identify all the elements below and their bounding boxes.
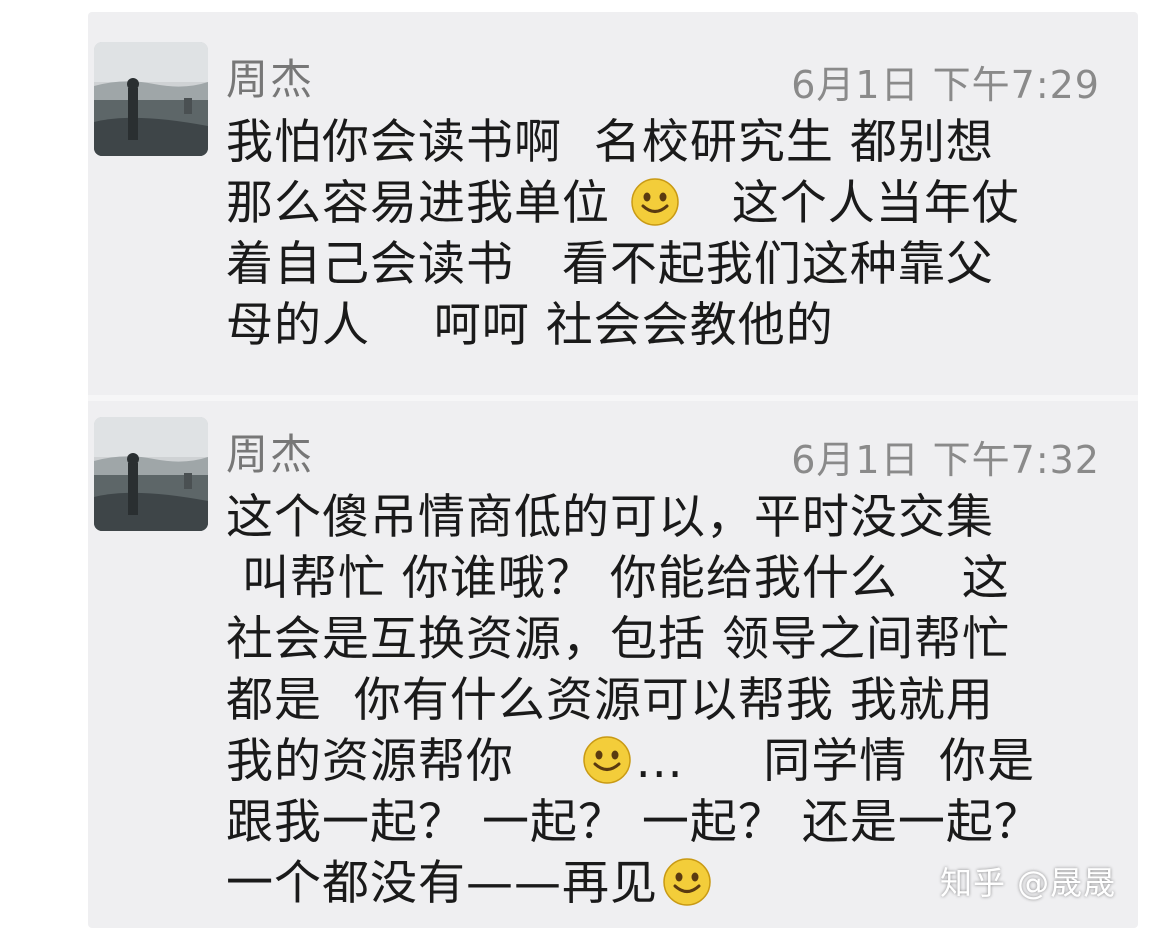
- message-text: 社会是互换资源，包括 领导之间帮忙: [226, 612, 1010, 667]
- message-line: 都是 你有什么资源可以帮我 我就用: [226, 670, 1106, 731]
- smile-emoji-icon: [663, 858, 711, 906]
- message-line: 我的资源帮你 ... 同学情 你是: [226, 731, 1106, 792]
- avatar-photo: [94, 417, 208, 531]
- message-line: 那么容易进我单位 这个人当年仗: [226, 173, 1106, 234]
- avatar-photo: [94, 42, 208, 156]
- message-text: 这个人当年仗: [683, 176, 1020, 231]
- message-line: 着自己会读书 看不起我们这种靠父: [226, 234, 1106, 295]
- message-text: 叫帮忙 你谁哦？ 你能给我什么 这: [226, 551, 1010, 606]
- message-line: 跟我一起？ 一起？ 一起？ 还是一起？: [226, 792, 1106, 853]
- message-line: 叫帮忙 你谁哦？ 你能给我什么 这: [226, 548, 1106, 609]
- message-text: 我的资源帮你: [226, 734, 578, 789]
- message-body: 这个傻吊情商低的可以，平时没交集 叫帮忙 你谁哦？ 你能给我什么 这社会是互换资…: [226, 487, 1106, 914]
- sender-name: 周杰: [226, 55, 315, 104]
- chat-message: 周杰 6月1日 下午7:32 这个傻吊情商低的可以，平时没交集 叫帮忙 你谁哦？…: [88, 407, 1138, 928]
- message-text: 一个都没有——再见: [226, 856, 658, 911]
- message-text: 都是 你有什么资源可以帮我 我就用: [226, 673, 994, 728]
- message-line: 这个傻吊情商低的可以，平时没交集: [226, 487, 1106, 548]
- message-text: 跟我一起？ 一起？ 一起？ 还是一起？: [226, 795, 1042, 850]
- message-text: 那么容易进我单位: [226, 176, 626, 231]
- avatar[interactable]: [94, 42, 208, 156]
- avatar[interactable]: [94, 417, 208, 531]
- message-time: 6月1日 下午7:29: [791, 63, 1100, 107]
- smile-emoji-icon: [631, 178, 679, 226]
- message-divider: [88, 395, 1138, 401]
- message-text: 这个傻吊情商低的可以，平时没交集: [226, 490, 994, 545]
- message-line: 母的人 呵呵 社会会教他的: [226, 295, 1106, 356]
- chat-message: 周杰 6月1日 下午7:29 我怕你会读书啊 名校研究生 都别想 那么容易进我单位…: [88, 32, 1138, 392]
- message-text: 我怕你会读书啊 名校研究生 都别想: [226, 115, 994, 170]
- message-text: 母的人 呵呵 社会会教他的: [226, 298, 834, 353]
- message-text: ... 同学情 你是: [635, 734, 1036, 789]
- message-body: 我怕你会读书啊 名校研究生 都别想 那么容易进我单位 这个人当年仗 着自己会读书 看…: [226, 112, 1106, 356]
- smile-emoji-icon: [583, 736, 631, 784]
- message-time: 6月1日 下午7:32: [791, 438, 1100, 482]
- message-line: 社会是互换资源，包括 领导之间帮忙: [226, 609, 1106, 670]
- message-text: 着自己会读书 看不起我们这种靠父: [226, 237, 994, 292]
- message-line: 我怕你会读书啊 名校研究生 都别想: [226, 112, 1106, 173]
- watermark: 知乎 @晟晟: [940, 864, 1117, 902]
- sender-name: 周杰: [226, 430, 315, 479]
- chat-panel: 周杰 6月1日 下午7:29 我怕你会读书啊 名校研究生 都别想 那么容易进我单位…: [88, 12, 1138, 928]
